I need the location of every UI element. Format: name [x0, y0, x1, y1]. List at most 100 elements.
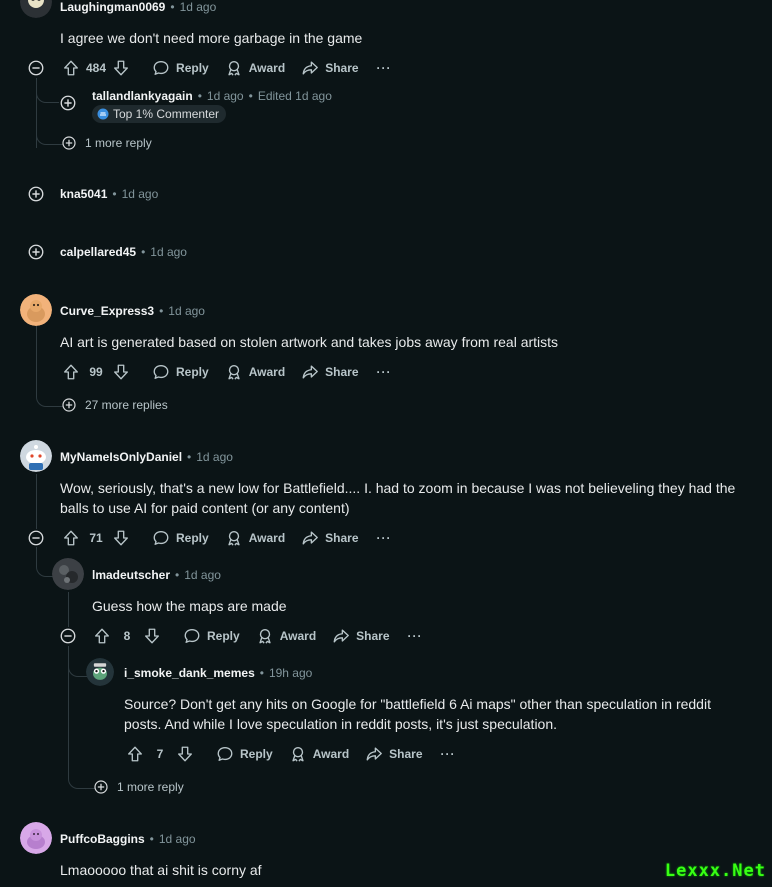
share-button[interactable]: Share	[324, 620, 397, 652]
author-name[interactable]: Curve_Express3	[60, 304, 154, 318]
author-name[interactable]: tallandlankyagain	[92, 89, 193, 103]
share-button[interactable]: Share	[293, 52, 366, 84]
vote-group: 484	[58, 57, 134, 79]
watermark: Lexxx.Net	[664, 861, 766, 881]
avatar[interactable]	[20, 822, 52, 854]
upvote-button[interactable]	[91, 625, 113, 647]
avatar[interactable]	[52, 558, 84, 590]
award-ribbon-icon	[225, 363, 243, 381]
plus-circle-icon	[93, 779, 109, 795]
avatar[interactable]	[86, 658, 114, 686]
comment-actions: 99 Reply Award Share ···	[58, 356, 402, 388]
reply-button[interactable]: Reply	[144, 52, 217, 84]
award-button[interactable]: Award	[217, 356, 293, 388]
avatar-image	[52, 558, 84, 590]
comment-body: Lmaooooo that ai shit is corny af	[60, 862, 262, 878]
award-label: Award	[248, 61, 286, 75]
speech-bubble-icon	[152, 529, 170, 547]
comment-body-line: Wow, seriously, that's a new low for Bat…	[60, 480, 736, 496]
downvote-button[interactable]	[110, 361, 132, 383]
timestamp[interactable]: 1d ago	[150, 245, 187, 259]
more-options-button[interactable]: ···	[367, 365, 402, 379]
award-button[interactable]: Award	[281, 738, 357, 770]
more-options-button[interactable]: ···	[367, 61, 402, 75]
timestamp[interactable]: 1d ago	[180, 0, 217, 14]
more-options-button[interactable]: ···	[431, 747, 466, 761]
expand-button[interactable]	[27, 185, 45, 203]
timestamp[interactable]: 1d ago	[159, 832, 196, 846]
share-arrow-icon	[332, 627, 350, 645]
award-button[interactable]: Award	[217, 522, 293, 554]
reply-label: Reply	[207, 629, 240, 643]
share-button[interactable]: Share	[293, 356, 366, 388]
more-replies-button[interactable]: 27 more replies	[61, 395, 168, 415]
comment-actions: 8 Reply Award Share ···	[89, 620, 433, 652]
more-options-button[interactable]: ···	[367, 531, 402, 545]
downvote-button[interactable]	[110, 57, 132, 79]
timestamp[interactable]: 19h ago	[269, 666, 312, 680]
collapse-button[interactable]	[27, 529, 45, 547]
upvote-arrow-icon	[93, 627, 111, 645]
upvote-button[interactable]	[124, 743, 146, 765]
reply-button[interactable]: Reply	[144, 356, 217, 388]
more-options-button[interactable]: ···	[398, 629, 433, 643]
downvote-button[interactable]	[174, 743, 196, 765]
author-name[interactable]: PuffcoBaggins	[60, 832, 145, 846]
more-replies-button[interactable]: 1 more reply	[93, 777, 184, 797]
timestamp[interactable]: 1d ago	[122, 187, 159, 201]
speech-bubble-icon	[152, 363, 170, 381]
author-name[interactable]: MyNameIsOnlyDaniel	[60, 450, 182, 464]
upvote-arrow-icon	[62, 59, 80, 77]
vote-count: 7	[156, 747, 164, 761]
expand-button[interactable]	[27, 243, 45, 261]
reply-button[interactable]: Reply	[208, 738, 281, 770]
upvote-arrow-icon	[62, 363, 80, 381]
award-button[interactable]: Award	[217, 52, 293, 84]
minus-circle-icon	[59, 627, 77, 645]
award-button[interactable]: Award	[248, 620, 324, 652]
author-name[interactable]: i_smoke_dank_memes	[124, 666, 255, 680]
meta-separator: •	[159, 304, 164, 318]
meta-separator: •	[170, 0, 175, 14]
avatar[interactable]	[20, 440, 52, 472]
downvote-button[interactable]	[110, 527, 132, 549]
timestamp[interactable]: 1d ago	[207, 89, 244, 103]
downvote-arrow-icon	[143, 627, 161, 645]
more-replies-label: 1 more reply	[117, 780, 184, 794]
upvote-button[interactable]	[60, 527, 82, 549]
timestamp[interactable]: 1d ago	[184, 568, 221, 582]
comment-meta: i_smoke_dank_memes • 19h ago	[124, 663, 312, 683]
expand-button[interactable]	[59, 94, 77, 112]
comment-meta: lmadeutscher • 1d ago	[92, 565, 221, 585]
vote-group: 99	[58, 361, 134, 383]
reply-label: Reply	[176, 531, 209, 545]
comment-actions: 7 Reply Award Share ···	[122, 738, 466, 770]
reply-button[interactable]: Reply	[175, 620, 248, 652]
timestamp[interactable]: 1d ago	[196, 450, 233, 464]
upvote-button[interactable]	[60, 57, 82, 79]
author-name[interactable]: lmadeutscher	[92, 568, 170, 582]
flair-label: Top 1% Commenter	[113, 107, 220, 121]
upvote-button[interactable]	[60, 361, 82, 383]
downvote-button[interactable]	[141, 625, 163, 647]
commenter-badge-icon	[97, 108, 109, 120]
avatar[interactable]	[20, 294, 52, 326]
collapse-button[interactable]	[27, 59, 45, 77]
author-name[interactable]: kna5041	[60, 187, 107, 201]
timestamp[interactable]: 1d ago	[168, 304, 205, 318]
meta-separator: •	[259, 666, 264, 680]
plus-circle-icon	[27, 243, 45, 261]
meta-separator: •	[149, 832, 154, 846]
author-name[interactable]: calpellared45	[60, 245, 136, 259]
comment-body: Wow, seriously, that's a new low for Bat…	[60, 478, 760, 518]
share-button[interactable]: Share	[357, 738, 430, 770]
vote-group: 71	[58, 527, 134, 549]
collapse-button[interactable]	[59, 627, 77, 645]
minus-circle-icon	[27, 59, 45, 77]
thread-elbow	[36, 120, 63, 145]
more-replies-button[interactable]: 1 more reply	[61, 133, 152, 153]
share-button[interactable]: Share	[293, 522, 366, 554]
reply-button[interactable]: Reply	[144, 522, 217, 554]
avatar[interactable]	[20, 0, 52, 18]
author-name[interactable]: Laughingman0069	[60, 0, 165, 14]
